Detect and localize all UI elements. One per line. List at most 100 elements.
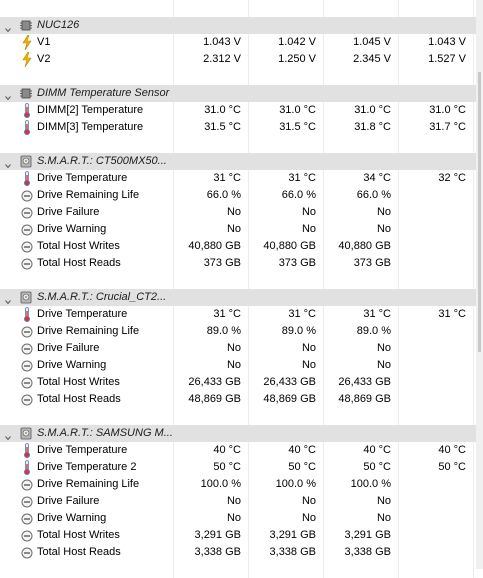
minimum-value: 3,291 GB <box>249 527 324 544</box>
average-value <box>399 340 474 357</box>
sensor-row[interactable]: Drive Failure No No No <box>0 493 476 510</box>
drive-icon <box>20 427 32 440</box>
chevron-down-icon[interactable] <box>5 22 11 33</box>
sensor-name-cell: Total Host Writes <box>0 374 174 391</box>
blank-cell <box>249 136 324 153</box>
blank-row <box>0 408 476 425</box>
sensor-row[interactable]: Drive Warning No No No <box>0 221 476 238</box>
gauge-icon <box>21 256 33 271</box>
maximum-value: 34 °C <box>324 170 399 187</box>
current-value: 89.0 % <box>174 323 249 340</box>
maximum-value: 66.0 % <box>324 187 399 204</box>
blank-cell <box>249 561 324 578</box>
group-header-smart-crucial[interactable]: S.M.A.R.T.: Crucial_CT2... <box>0 289 476 306</box>
gauge-icon <box>21 375 33 390</box>
average-value <box>399 204 474 221</box>
sensor-name-cell: Drive Remaining Life <box>0 187 174 204</box>
sensor-name-cell: Drive Warning <box>0 357 174 374</box>
chip-icon <box>20 19 32 32</box>
minimum-value: 373 GB <box>249 255 324 272</box>
sensor-label: Drive Temperature 2 <box>37 461 137 473</box>
sensor-row[interactable]: DIMM[2] Temperature 31.0 °C 31.0 °C 31.0 °C… <box>0 102 476 119</box>
sensor-row[interactable]: Total Host Writes 26,433 GB 26,433 GB 26,43… <box>0 374 476 391</box>
group-header-smart-samsung[interactable]: S.M.A.R.T.: SAMSUNG M... <box>0 425 476 442</box>
blank-cell <box>324 272 399 289</box>
sensor-name-cell: Total Host Writes <box>0 238 174 255</box>
sensor-row[interactable]: Total Host Writes 3,291 GB 3,291 GB 3,291 G… <box>0 527 476 544</box>
average-value <box>399 374 474 391</box>
sensor-label: Total Host Reads <box>37 393 121 405</box>
sensor-label: Drive Remaining Life <box>37 189 140 201</box>
blank-cell <box>0 561 174 578</box>
sensor-row[interactable]: Drive Temperature 31 °C 31 °C 31 °C 31 °C <box>0 306 476 323</box>
gauge-icon <box>21 222 33 237</box>
sensor-row[interactable]: Drive Failure No No No <box>0 340 476 357</box>
sensor-row[interactable]: Total Host Reads 3,338 GB 3,338 GB 3,338 GB <box>0 544 476 561</box>
maximum-value: 31 °C <box>324 306 399 323</box>
chevron-down-icon[interactable] <box>5 294 11 305</box>
chevron-down-icon[interactable] <box>5 430 11 441</box>
sensor-row[interactable]: Total Host Writes 40,880 GB 40,880 GB 40,88… <box>0 238 476 255</box>
blank-row <box>0 561 476 578</box>
maximum-value: No <box>324 221 399 238</box>
maximum-value: 40 °C <box>324 442 399 459</box>
group-header-smart-ct500[interactable]: S.M.A.R.T.: CT500MX50... <box>0 153 476 170</box>
average-value: 31.0 °C <box>399 102 474 119</box>
blank-cell <box>324 136 399 153</box>
current-value: 1.043 V <box>174 34 249 51</box>
gauge-icon <box>21 477 33 492</box>
group-header-dimm-temperature-sensor[interactable]: DIMM Temperature Sensor <box>0 85 476 102</box>
blank-cell <box>399 561 474 578</box>
sensor-name-cell: Drive Temperature <box>0 170 174 187</box>
gauge-icon <box>21 239 33 254</box>
gauge-icon <box>21 511 33 526</box>
minimum-value: 89.0 % <box>249 323 324 340</box>
sensor-row[interactable]: Drive Remaining Life 100.0 % 100.0 % 100.0 … <box>0 476 476 493</box>
sensor-row[interactable]: Drive Temperature 2 50 °C 50 °C 50 °C 50 °C <box>0 459 476 476</box>
sensor-label: Total Host Writes <box>37 376 120 388</box>
chevron-down-icon[interactable] <box>5 158 11 169</box>
sensor-label: Drive Failure <box>37 342 100 354</box>
scrollbar-thumb[interactable] <box>478 72 481 352</box>
blank-row <box>0 68 476 85</box>
sensor-row[interactable]: Drive Failure No No No <box>0 204 476 221</box>
gauge-icon <box>21 324 33 339</box>
sensor-name-cell: Drive Temperature <box>0 306 174 323</box>
average-value: 1.527 V <box>399 51 474 68</box>
sensor-row[interactable]: Total Host Reads 48,869 GB 48,869 GB 48,869… <box>0 391 476 408</box>
sensor-row[interactable]: V2 2.312 V 1.250 V 2.345 V 1.527 V <box>0 51 476 68</box>
sensor-name-cell: V1 <box>0 34 174 51</box>
maximum-value: 26,433 GB <box>324 374 399 391</box>
drive-icon <box>20 155 32 168</box>
sensor-row[interactable]: Drive Remaining Life 66.0 % 66.0 % 66.0 % <box>0 187 476 204</box>
minimum-value: 26,433 GB <box>249 374 324 391</box>
average-value: 31 °C <box>399 306 474 323</box>
sensor-row[interactable]: Drive Warning No No No <box>0 510 476 527</box>
sensor-row[interactable]: Total Host Reads 373 GB 373 GB 373 GB <box>0 255 476 272</box>
average-value: 32 °C <box>399 170 474 187</box>
maximum-value: 100.0 % <box>324 476 399 493</box>
maximum-value: 31.8 °C <box>324 119 399 136</box>
current-value: No <box>174 357 249 374</box>
sensor-row[interactable]: DIMM[3] Temperature 31.5 °C 31.5 °C 31.8 °C… <box>0 119 476 136</box>
group-header-nuc126[interactable]: NUC126 <box>0 17 476 34</box>
sensor-row[interactable]: Drive Warning No No No <box>0 357 476 374</box>
group-header-cell: NUC126 <box>0 17 474 34</box>
blank-cell <box>174 136 249 153</box>
current-value: 40 °C <box>174 442 249 459</box>
minimum-value: 31.0 °C <box>249 102 324 119</box>
group-header-cell: S.M.A.R.T.: Crucial_CT2... <box>0 289 474 306</box>
average-value: 1.043 V <box>399 34 474 51</box>
sensor-label: Drive Failure <box>37 495 100 507</box>
sensor-row[interactable]: Drive Temperature 40 °C 40 °C 40 °C 40 °C <box>0 442 476 459</box>
sensor-row[interactable]: Drive Temperature 31 °C 31 °C 34 °C 32 °C <box>0 170 476 187</box>
sensor-label: Drive Temperature <box>37 172 128 184</box>
blank-cell <box>399 0 474 17</box>
current-value: No <box>174 221 249 238</box>
sensor-row[interactable]: V1 1.043 V 1.042 V 1.045 V 1.043 V <box>0 34 476 51</box>
sensor-label: V2 <box>37 53 51 65</box>
current-value: 31.0 °C <box>174 102 249 119</box>
chevron-down-icon[interactable] <box>5 90 11 101</box>
sensor-row[interactable]: Drive Remaining Life 89.0 % 89.0 % 89.0 % <box>0 323 476 340</box>
gauge-icon <box>21 528 33 543</box>
